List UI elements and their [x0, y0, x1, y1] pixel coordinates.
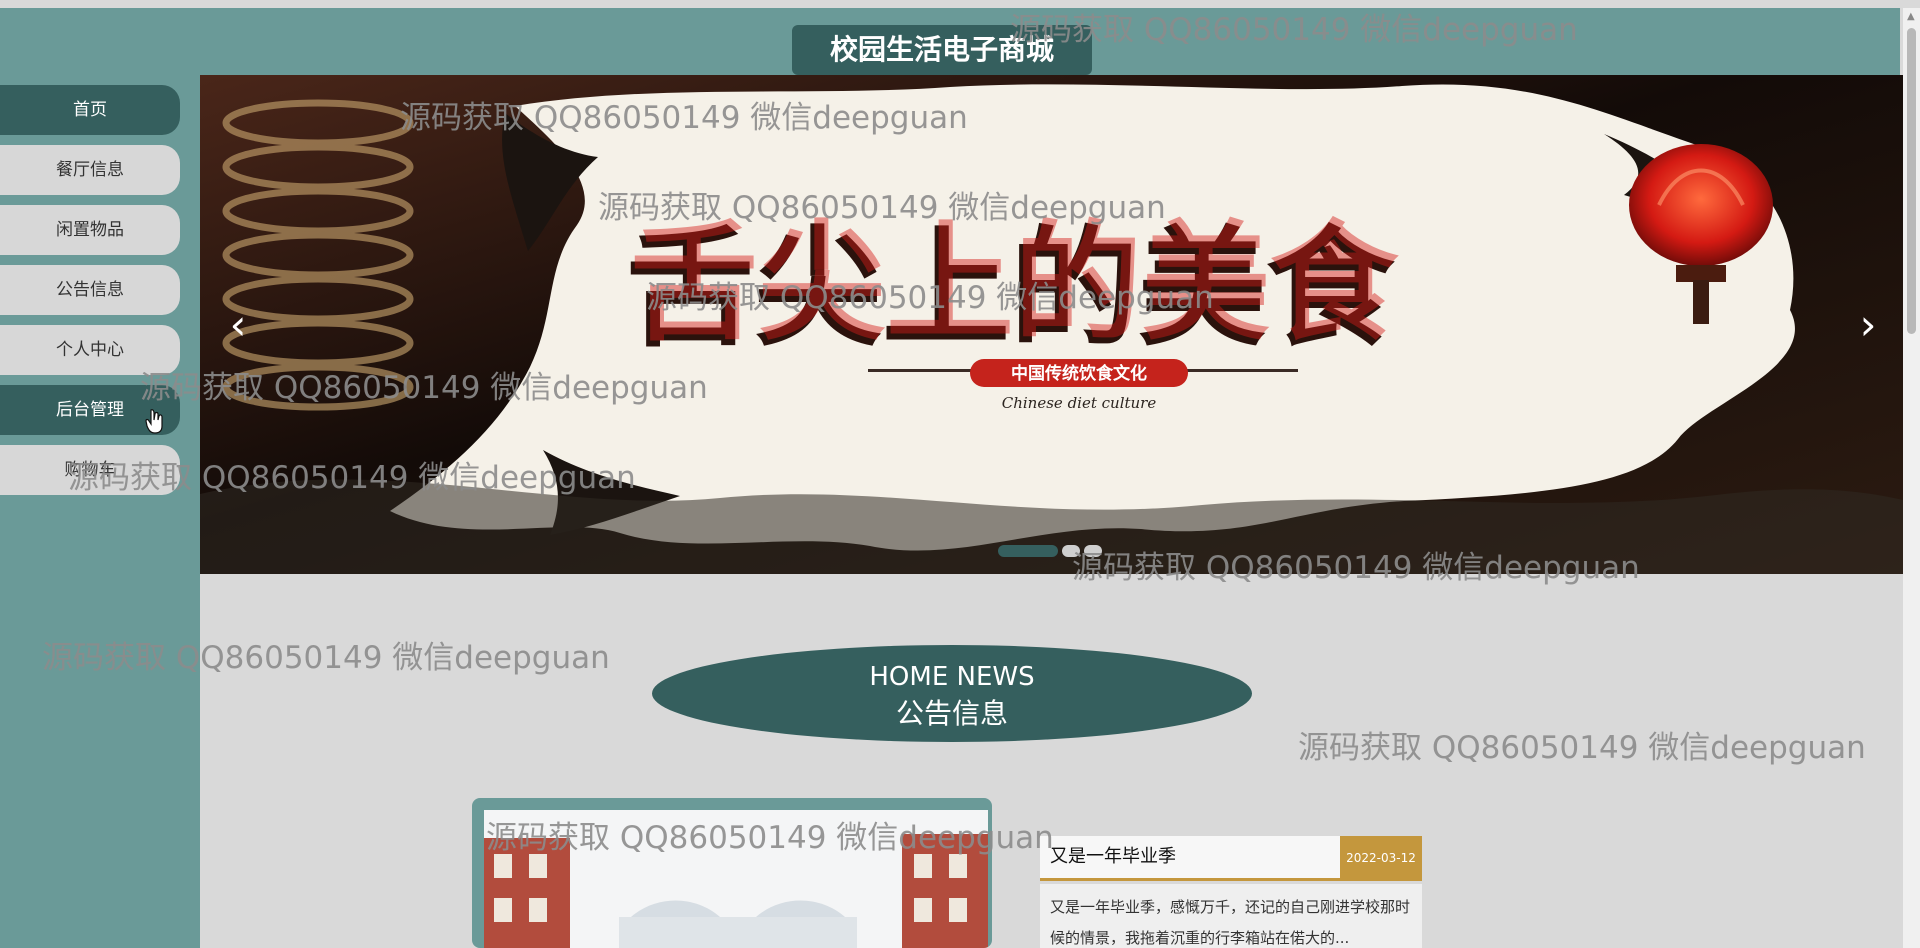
hand-cursor-icon: [145, 409, 163, 434]
scrollbar-thumb[interactable]: [1907, 28, 1916, 334]
chevron-left-icon: ‹: [229, 300, 247, 349]
carousel-prev-button[interactable]: ‹: [218, 300, 258, 350]
watermark-text: 源码获取 QQ86050149 微信deepguan: [598, 190, 1166, 226]
carousel-dot-active[interactable]: [998, 545, 1058, 557]
chevron-right-icon: ›: [1859, 300, 1877, 349]
watermark-text: 源码获取 QQ86050149 微信deepguan: [1072, 550, 1640, 586]
watermark-text: 源码获取 QQ86050149 微信deepguan: [400, 100, 968, 136]
browser-page: 校园生活电子商城 首页 餐厅信息 闲置物品 公告信息 个人中心 后台管理 购物车: [0, 0, 1920, 948]
home-news-heading: HOME NEWS 公告信息: [652, 645, 1252, 742]
banner-subtitle: Chinese diet culture: [1002, 394, 1157, 412]
nav-restaurant-info[interactable]: 餐厅信息: [0, 145, 180, 195]
sidebar-nav: 首页 餐厅信息 闲置物品 公告信息 个人中心 后台管理 购物车: [0, 75, 200, 948]
nav-notices[interactable]: 公告信息: [0, 265, 180, 315]
watermark-text: 源码获取 QQ86050149 微信deepguan: [42, 640, 610, 676]
notice-title[interactable]: 又是一年毕业季: [1050, 836, 1176, 878]
home-news-english-title: HOME NEWS: [869, 662, 1035, 692]
nav-idle-items[interactable]: 闲置物品: [0, 205, 180, 255]
notice-header: 又是一年毕业季 2022-03-12: [1040, 836, 1422, 881]
hero-banner: 舌尖上的美食 舌尖上的美食 中国传统饮食文化 Chinese diet cult…: [200, 75, 1903, 574]
culture-badge: 中国传统饮食文化: [1011, 363, 1147, 384]
watermark-text: 源码获取 QQ86050149 微信deepguan: [646, 280, 1214, 316]
carousel-next-button[interactable]: ›: [1848, 300, 1888, 350]
top-header: 校园生活电子商城: [0, 8, 1900, 75]
watermark-text: 源码获取 QQ86050149 微信deepguan: [486, 820, 1054, 856]
vertical-scrollbar[interactable]: ▲: [1903, 8, 1920, 948]
notice-date: 2022-03-12: [1340, 836, 1422, 881]
scroll-up-icon[interactable]: ▲: [1907, 12, 1916, 22]
watermark-text: 源码获取 QQ86050149 微信deepguan: [1298, 730, 1866, 766]
home-news-chinese-title: 公告信息: [895, 697, 1008, 730]
nav-home[interactable]: 首页: [0, 85, 180, 135]
food-banner-image: 舌尖上的美食 舌尖上的美食 中国传统饮食文化 Chinese diet cult…: [200, 75, 1903, 574]
watermark-text: 源码获取 QQ86050149 微信deepguan: [68, 460, 636, 496]
watermark-text: 源码获取 QQ86050149 微信deepguan: [140, 370, 708, 406]
notice-summary: 又是一年毕业季，感慨万千，还记的自己刚进学校那时候的情景，我拖着沉重的行李箱站在…: [1040, 884, 1422, 948]
notice-card[interactable]: 又是一年毕业季 2022-03-12 又是一年毕业季，感慨万千，还记的自己刚进学…: [1040, 836, 1422, 948]
watermark-text: 源码获取 QQ86050149 微信deepguan: [1010, 12, 1578, 48]
